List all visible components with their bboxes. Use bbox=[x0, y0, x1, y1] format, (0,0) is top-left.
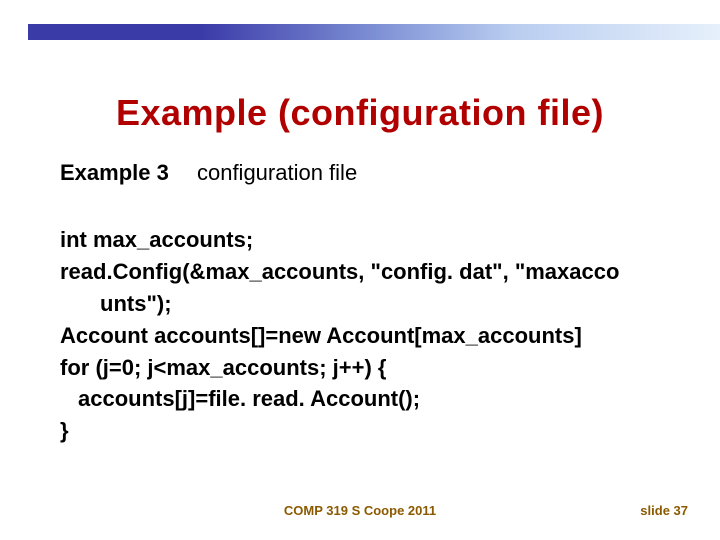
code-line: for (j=0; j<max_accounts; j++) { bbox=[60, 352, 660, 384]
code-line: read.Config(&max_accounts, "config. dat"… bbox=[60, 256, 660, 288]
code-line: } bbox=[60, 415, 660, 447]
code-line: Account accounts[]=new Account[max_accou… bbox=[60, 320, 660, 352]
code-line: int max_accounts; bbox=[60, 224, 660, 256]
header-gradient-bar bbox=[28, 24, 720, 40]
example-row: Example 3 configuration file bbox=[60, 160, 660, 186]
footer-course: COMP 319 S Coope 2011 bbox=[0, 503, 720, 518]
example-description: configuration file bbox=[197, 160, 357, 185]
slide-content: Example (configuration file) Example 3 c… bbox=[60, 92, 660, 447]
code-line: unts"); bbox=[60, 288, 660, 320]
slide-title: Example (configuration file) bbox=[60, 92, 660, 134]
footer-slide-number: slide 37 bbox=[640, 503, 688, 518]
code-line: accounts[j]=file. read. Account(); bbox=[60, 383, 660, 415]
example-label: Example 3 bbox=[60, 160, 169, 185]
code-block: int max_accounts; read.Config(&max_accou… bbox=[60, 224, 660, 447]
